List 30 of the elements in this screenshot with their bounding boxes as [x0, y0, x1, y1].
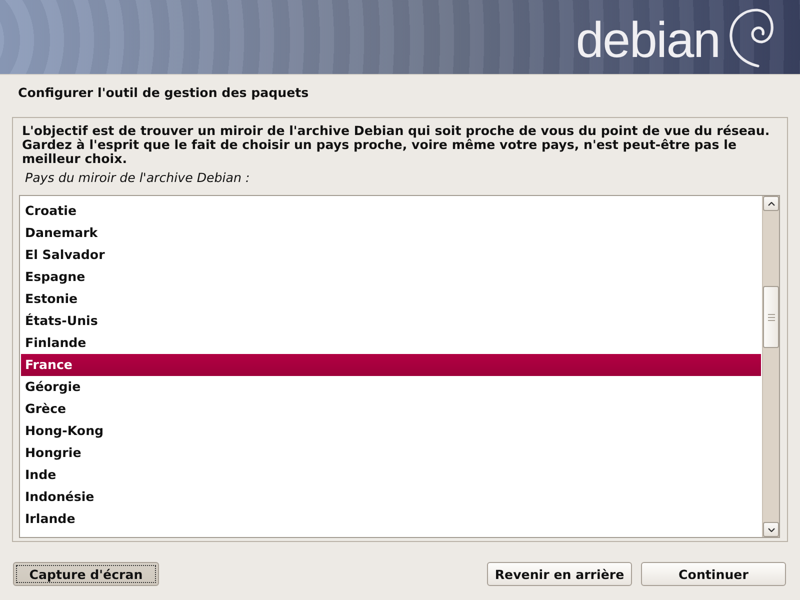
- scrollbar-thumb[interactable]: [763, 286, 779, 348]
- country-list-item[interactable]: France: [21, 354, 761, 376]
- country-list-item[interactable]: Irlande: [21, 508, 761, 530]
- country-list-item[interactable]: Estonie: [21, 288, 761, 310]
- back-button[interactable]: Revenir en arrière: [487, 562, 632, 586]
- country-list-item[interactable]: Grèce: [21, 398, 761, 420]
- description-text: L'objectif est de trouver un miroir de l'archive Debian qui soit proche de vous du point de vue du réseau. Gardez à l'esprit que le fait de choisir un pays proche, voire même votre pays, n'est peut-être pas le meilleur choix.: [21, 124, 771, 166]
- continue-button[interactable]: Continuer: [641, 562, 786, 586]
- country-list-item[interactable]: Inde: [21, 464, 761, 486]
- page-title: Configurer l'outil de gestion des paquets: [17, 84, 310, 101]
- country-list-item[interactable]: Indonésie: [21, 486, 761, 508]
- logo-text: debian: [576, 12, 720, 68]
- country-list-item[interactable]: El Salvador: [21, 244, 761, 266]
- caret-up-icon: [768, 202, 774, 206]
- scroll-down-button[interactable]: [763, 522, 779, 537]
- country-list-item[interactable]: Hongrie: [21, 442, 761, 464]
- country-list-item[interactable]: Finlande: [21, 332, 761, 354]
- country-list-item[interactable]: Hong-Kong: [21, 420, 761, 442]
- country-list-item[interactable]: États-Unis: [21, 310, 761, 332]
- country-list-item[interactable]: Géorgie: [21, 376, 761, 398]
- list-label: Pays du miroir de l'archive Debian :: [24, 169, 251, 186]
- swirl-icon: [728, 8, 774, 68]
- scrollbar-track[interactable]: [762, 196, 779, 537]
- country-list-item[interactable]: Espagne: [21, 266, 761, 288]
- screenshot-button[interactable]: Capture d'écran: [13, 562, 159, 586]
- country-list-item[interactable]: Croatie: [21, 200, 761, 222]
- caret-down-icon: [768, 528, 774, 532]
- scroll-up-button[interactable]: [763, 196, 779, 211]
- grip-icon: [768, 314, 774, 320]
- country-list-item[interactable]: Danemark: [21, 222, 761, 244]
